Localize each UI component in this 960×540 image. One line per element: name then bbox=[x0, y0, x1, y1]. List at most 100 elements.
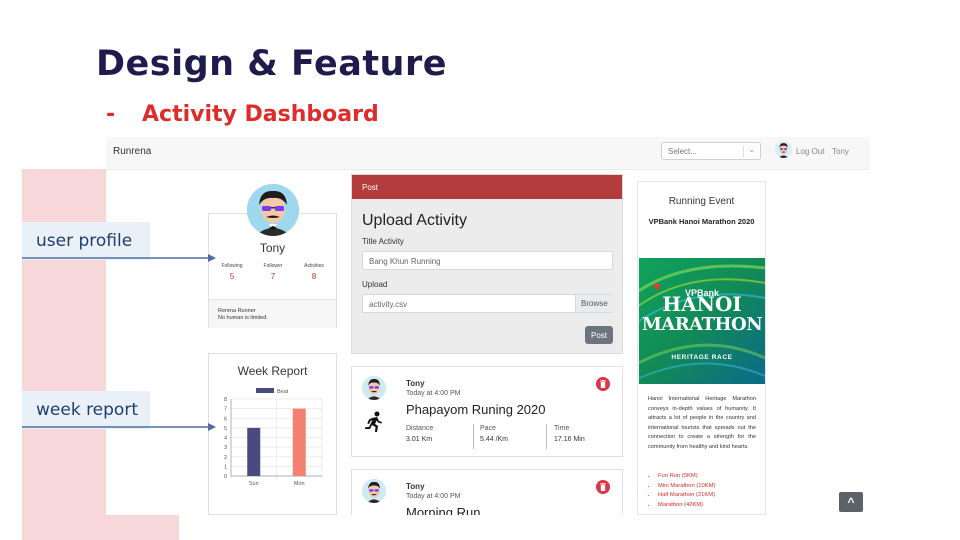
select-placeholder: Select... bbox=[668, 147, 697, 156]
callout-arrow bbox=[22, 254, 216, 262]
event-heading: Running Event bbox=[668, 196, 735, 207]
callout-label: user profile bbox=[36, 231, 133, 251]
x-tick-label: Mon bbox=[294, 481, 305, 487]
delete-button[interactable] bbox=[596, 377, 610, 391]
y-tick-label: 1 bbox=[224, 464, 227, 470]
profile-bio: Rerena Runner No human is limited. bbox=[209, 299, 336, 328]
post-header: Post bbox=[352, 175, 622, 199]
activity-user: Tony bbox=[406, 482, 425, 491]
post-button-label: Post bbox=[591, 331, 608, 340]
metric-label: Distance bbox=[406, 425, 434, 432]
metric-pace: Pace 5.44 /Km bbox=[480, 425, 508, 443]
post-button[interactable]: Post bbox=[585, 326, 613, 344]
bar bbox=[247, 427, 261, 476]
y-tick-label: 8 bbox=[224, 397, 227, 403]
stat-follower[interactable]: Follower 7 bbox=[253, 263, 293, 281]
scroll-top-button[interactable]: ^ bbox=[839, 492, 863, 512]
event-select[interactable]: Select... ⌄ bbox=[661, 142, 761, 160]
stat-label: Following bbox=[221, 263, 243, 269]
x-tick-label: Sun bbox=[249, 481, 259, 487]
activity-avatar[interactable] bbox=[362, 376, 386, 400]
trash-icon bbox=[600, 380, 606, 388]
upload-label: Upload bbox=[362, 280, 388, 289]
y-tick-label: 0 bbox=[224, 474, 227, 480]
legend-label: Beat bbox=[277, 389, 289, 395]
event-description: Hanoi International Heritage Marathon co… bbox=[648, 396, 756, 450]
username-link[interactable]: Tony bbox=[832, 147, 849, 156]
logout-link[interactable]: Log Out bbox=[796, 147, 824, 156]
y-tick-label: 3 bbox=[224, 445, 227, 451]
activity-time: Today at 4:00 PM bbox=[406, 493, 461, 500]
legend-swatch bbox=[256, 388, 274, 393]
banner-line2: MARATHON bbox=[641, 314, 763, 335]
avatar-icon bbox=[775, 141, 792, 158]
file-name: activity.csv bbox=[369, 300, 408, 309]
slide-subtitle: - Activity Dashboard bbox=[106, 102, 379, 127]
metric-value: 3.01 Km bbox=[406, 436, 433, 443]
browse-button[interactable]: Browse bbox=[575, 295, 614, 312]
week-report-card: Week Report 0 1 2 3 4 5 6 7 8 Sun Mon Beat bbox=[208, 353, 337, 515]
banner-line1: HANOI bbox=[662, 292, 742, 316]
metric-divider bbox=[473, 424, 474, 449]
profile-name: Tony bbox=[259, 241, 286, 255]
trash-icon bbox=[600, 483, 606, 491]
callout-arrow bbox=[22, 423, 216, 431]
app-screenshot: Runrena Select... ⌄ Log Out Tony Tony Fo… bbox=[106, 137, 870, 515]
activity-time: Today at 4:00 PM bbox=[406, 390, 461, 397]
bio-line: Rerena Runner bbox=[218, 308, 256, 314]
browse-label: Browse bbox=[581, 299, 608, 308]
week-report-chart: 0 1 2 3 4 5 6 7 8 Sun Mon Beat bbox=[224, 388, 323, 487]
stat-activities[interactable]: Activities 8 bbox=[294, 263, 334, 281]
metric-label: Time bbox=[554, 425, 570, 432]
y-tick-label: 7 bbox=[224, 407, 227, 413]
select-separator bbox=[743, 146, 744, 157]
race-link[interactable]: Half Marathon (21KM) bbox=[657, 491, 715, 501]
y-tick-label: 5 bbox=[224, 426, 227, 432]
brand-link[interactable]: Runrena bbox=[113, 146, 151, 157]
y-tick-label: 4 bbox=[224, 436, 227, 442]
race-link[interactable]: Mini Marathon (10KM) bbox=[657, 482, 715, 492]
subtitle-text: Activity Dashboard bbox=[142, 102, 379, 127]
bio-line: No human is limited. bbox=[218, 315, 268, 321]
race-link[interactable]: Marathon (42KM) bbox=[657, 501, 715, 511]
avatar-icon bbox=[362, 376, 386, 400]
activity-user: Tony bbox=[406, 379, 425, 388]
metric-divider bbox=[546, 424, 547, 449]
activity-title[interactable]: Morning Run bbox=[406, 505, 480, 515]
activity-title[interactable]: Phapayom Runing 2020 bbox=[406, 402, 546, 417]
activity-avatar[interactable] bbox=[362, 479, 386, 503]
event-name: VPBank Hanoi Marathon 2020 bbox=[648, 217, 755, 226]
callout-label: week report bbox=[36, 400, 138, 420]
chevron-up-icon: ^ bbox=[847, 495, 855, 509]
banner-line: MARATHON bbox=[639, 314, 765, 335]
metric-label: Pace bbox=[480, 425, 496, 432]
metric-distance: Distance 3.01 Km bbox=[406, 425, 433, 443]
title-activity-label: Title Activity bbox=[362, 237, 404, 246]
stat-following[interactable]: Following 5 bbox=[212, 263, 252, 281]
stat-label: Activities bbox=[304, 263, 324, 269]
activity-card: Tony Today at 4:00 PM Phapayom Runing 20… bbox=[351, 366, 623, 457]
delete-button[interactable] bbox=[596, 480, 610, 494]
post-header-label: Post bbox=[362, 183, 379, 192]
race-list: Fun Run (5KM) Mini Marathon (10KM) Half … bbox=[648, 472, 715, 510]
metric-value: 5.44 /Km bbox=[480, 436, 509, 443]
metric-time: Time 17.16 Min bbox=[554, 425, 585, 443]
y-tick-label: 2 bbox=[224, 455, 227, 461]
race-link[interactable]: Fun Run (5KM) bbox=[657, 472, 715, 482]
avatar[interactable] bbox=[775, 141, 792, 158]
metric-value: 17.16 Min bbox=[554, 436, 585, 443]
file-input[interactable]: activity.csv Browse bbox=[362, 294, 614, 313]
banner-line: HANOI bbox=[639, 292, 765, 316]
bullet-dash: - bbox=[106, 102, 116, 127]
navbar: Runrena Select... ⌄ Log Out Tony bbox=[106, 137, 870, 170]
title-activity-input[interactable]: Bang Khun Running bbox=[362, 251, 613, 270]
stat-value: 8 bbox=[311, 272, 317, 281]
bar bbox=[292, 408, 306, 476]
banner-line: HERITAGE RACE bbox=[639, 346, 765, 364]
upload-title: Upload Activity bbox=[362, 212, 467, 229]
avatar-icon bbox=[362, 479, 386, 503]
title-activity-value: Bang Khun Running bbox=[369, 257, 441, 266]
profile-avatar[interactable] bbox=[247, 184, 299, 236]
post-card: Post Upload Activity Title Activity Bang… bbox=[351, 174, 623, 354]
stat-label: Follower bbox=[263, 263, 283, 269]
